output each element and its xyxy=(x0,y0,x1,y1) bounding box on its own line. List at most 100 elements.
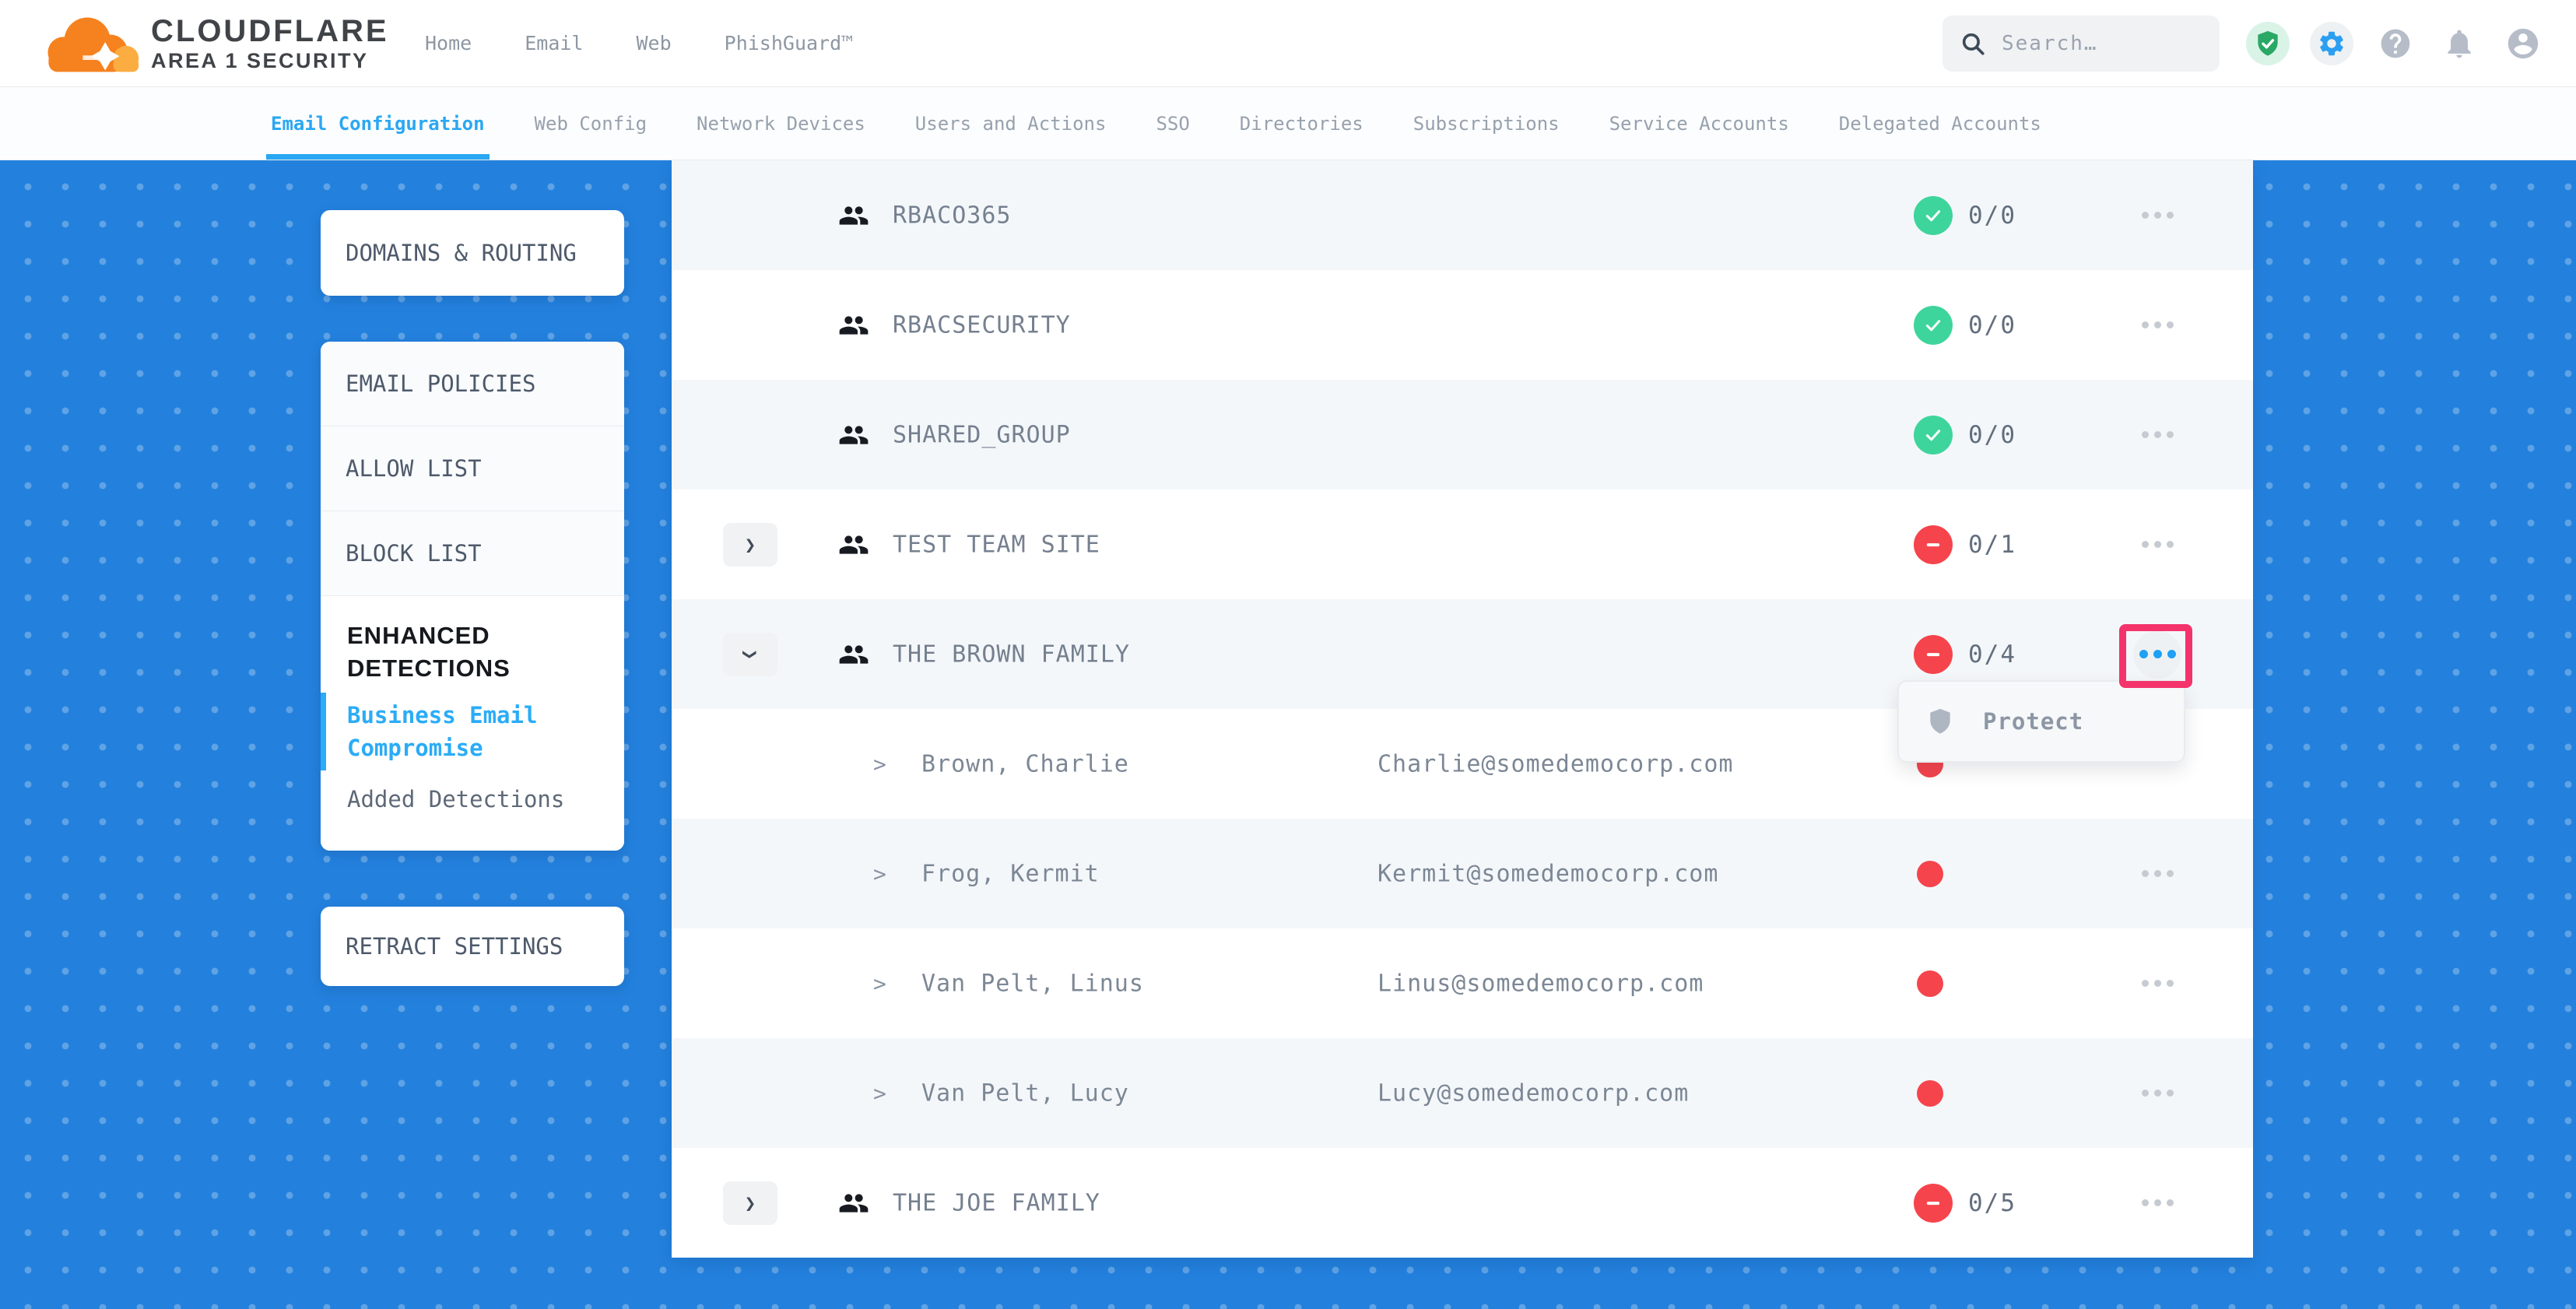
group-icon xyxy=(838,200,869,231)
tab-web-config[interactable]: Web Config xyxy=(535,87,648,160)
member-email: Charlie@somedemocorp.com xyxy=(1377,750,1733,777)
enhanced-detections-section: ENHANCED DETECTIONS Business Email Compr… xyxy=(321,596,624,851)
groups-table: RBACO365 0/0 RBACSECURITY 0/0 SHARED_GRO… xyxy=(672,160,2253,1258)
member-chevron-icon: > xyxy=(873,1080,886,1106)
protection-count: 0/1 xyxy=(1968,531,2016,559)
group-name: RBACO365 xyxy=(893,202,1012,229)
account-icon[interactable] xyxy=(2501,22,2545,65)
tab-service-accounts[interactable]: Service Accounts xyxy=(1609,87,1789,160)
row-menu-ellipsis-icon[interactable] xyxy=(2133,850,2181,898)
row-menu-ellipsis-icon-active[interactable] xyxy=(2133,630,2181,679)
member-name: Van Pelt, Lucy xyxy=(921,1079,1129,1107)
row-menu-ellipsis-icon[interactable] xyxy=(2133,521,2181,569)
protection-count: 0/5 xyxy=(1968,1189,2016,1217)
member-name: Brown, Charlie xyxy=(921,750,1129,777)
alert-dot-icon xyxy=(1917,861,1943,887)
expand-chevron-icon[interactable]: ❯ xyxy=(723,1181,777,1225)
top-nav: Home Email Web PhishGuard™ xyxy=(425,32,853,54)
tab-delegated-accounts[interactable]: Delegated Accounts xyxy=(1839,87,2041,160)
sidebar-item-email-policies[interactable]: EMAIL POLICIES xyxy=(321,342,624,426)
menu-item-protect[interactable]: Protect xyxy=(1983,708,2083,735)
config-tabs: Email Configuration Web Config Network D… xyxy=(0,87,2576,160)
header-icons xyxy=(2246,22,2545,65)
expand-chevron-icon[interactable]: ❯ xyxy=(723,523,777,567)
member-email: Lucy@somedemocorp.com xyxy=(1377,1079,1689,1107)
top-nav-email[interactable]: Email xyxy=(525,32,583,54)
check-circle-icon xyxy=(1914,416,1953,454)
protection-count: 0/0 xyxy=(1968,421,2016,449)
check-circle-icon xyxy=(1914,196,1953,235)
brand-name: CLOUDFLARE xyxy=(151,14,389,49)
row-menu-ellipsis-icon[interactable] xyxy=(2133,411,2181,459)
help-icon[interactable] xyxy=(2374,22,2417,65)
table-row[interactable]: ❯ THE JOE FAMILY 0/5 xyxy=(672,1148,2253,1258)
notifications-bell-icon[interactable] xyxy=(2437,22,2481,65)
table-row[interactable]: SHARED_GROUP 0/0 xyxy=(672,380,2253,490)
table-row[interactable]: ❯ TEST TEAM SITE 0/1 xyxy=(672,490,2253,599)
row-menu-ellipsis-icon[interactable] xyxy=(2133,960,2181,1008)
sidebar-card-domains-routing[interactable]: DOMAINS & ROUTING xyxy=(321,210,624,296)
member-chevron-icon: > xyxy=(873,751,886,777)
top-nav-phishguard[interactable]: PhishGuard™ xyxy=(725,32,854,54)
minus-circle-icon xyxy=(1914,525,1953,564)
group-name: RBACSECURITY xyxy=(893,311,1071,339)
sidebar-item-business-email-compromise[interactable]: Business Email Compromise xyxy=(347,699,598,764)
top-nav-web[interactable]: Web xyxy=(636,32,671,54)
tab-network-devices[interactable]: Network Devices xyxy=(697,87,865,160)
row-menu-ellipsis-icon[interactable] xyxy=(2133,1179,2181,1227)
search-input[interactable] xyxy=(2002,32,2202,55)
group-icon xyxy=(838,310,869,341)
collapse-chevron-icon[interactable]: ❯ xyxy=(723,633,777,676)
group-icon xyxy=(838,1188,869,1219)
sidebar-item-retract-settings[interactable]: RETRACT SETTINGS xyxy=(321,907,624,986)
sidebar-item-domains-routing[interactable]: DOMAINS & ROUTING xyxy=(321,210,624,296)
tab-sso[interactable]: SSO xyxy=(1156,87,1189,160)
top-nav-home[interactable]: Home xyxy=(425,32,472,54)
sidebar-item-block-list[interactable]: BLOCK LIST xyxy=(321,511,624,596)
table-row[interactable]: RBACSECURITY 0/0 xyxy=(672,270,2253,380)
shield-icon xyxy=(1925,705,1955,738)
group-name: SHARED_GROUP xyxy=(893,421,1071,448)
group-icon xyxy=(838,639,869,670)
enhanced-detections-title: ENHANCED DETECTIONS xyxy=(347,619,598,685)
table-row[interactable]: > Van Pelt, Lucy Lucy@somedemocorp.com xyxy=(672,1038,2253,1148)
group-name: THE JOE FAMILY xyxy=(893,1189,1100,1216)
tab-email-configuration[interactable]: Email Configuration xyxy=(271,87,485,160)
sidebar-card-retract-settings[interactable]: RETRACT SETTINGS xyxy=(321,907,624,986)
minus-circle-icon xyxy=(1914,1184,1953,1223)
table-row[interactable]: > Frog, Kermit Kermit@somedemocorp.com xyxy=(672,819,2253,928)
brand-subtitle: AREA 1 SECURITY xyxy=(151,49,389,72)
tab-users-and-actions[interactable]: Users and Actions xyxy=(915,87,1107,160)
alert-dot-icon xyxy=(1917,1080,1943,1107)
alert-dot-icon xyxy=(1917,970,1943,997)
top-bar: CLOUDFLARE AREA 1 SECURITY Home Email We… xyxy=(0,0,2576,87)
group-name: TEST TEAM SITE xyxy=(893,531,1100,558)
brand[interactable]: CLOUDFLARE AREA 1 SECURITY xyxy=(40,9,406,78)
tab-directories[interactable]: Directories xyxy=(1240,87,1363,160)
member-name: Frog, Kermit xyxy=(921,860,1100,887)
app-root: CLOUDFLARE AREA 1 SECURITY Home Email We… xyxy=(0,0,2576,1309)
table-row[interactable]: > Van Pelt, Linus Linus@somedemocorp.com xyxy=(672,928,2253,1038)
row-menu-ellipsis-icon[interactable] xyxy=(2133,191,2181,240)
row-menu-ellipsis-icon[interactable] xyxy=(2133,1069,2181,1118)
member-chevron-icon: > xyxy=(873,970,886,996)
group-icon xyxy=(838,529,869,560)
member-name: Van Pelt, Linus xyxy=(921,970,1144,997)
sidebar-item-added-detections[interactable]: Added Detections xyxy=(347,783,598,816)
member-email: Kermit@somedemocorp.com xyxy=(1377,860,1718,887)
settings-gear-icon[interactable] xyxy=(2310,22,2353,65)
table-row[interactable]: RBACO365 0/0 xyxy=(672,160,2253,270)
search-box[interactable] xyxy=(1943,16,2220,72)
shield-check-icon[interactable] xyxy=(2246,22,2290,65)
member-chevron-icon: > xyxy=(873,861,886,886)
row-context-menu: Protect xyxy=(1897,680,2185,763)
member-email: Linus@somedemocorp.com xyxy=(1377,970,1704,997)
tab-subscriptions[interactable]: Subscriptions xyxy=(1413,87,1560,160)
search-icon xyxy=(1960,30,1986,57)
group-icon xyxy=(838,419,869,451)
sidebar-item-allow-list[interactable]: ALLOW LIST xyxy=(321,426,624,511)
check-circle-icon xyxy=(1914,306,1953,345)
protection-count: 0/0 xyxy=(1968,311,2016,339)
sidebar-card-policies: EMAIL POLICIES ALLOW LIST BLOCK LIST ENH… xyxy=(321,342,624,851)
row-menu-ellipsis-icon[interactable] xyxy=(2133,301,2181,349)
